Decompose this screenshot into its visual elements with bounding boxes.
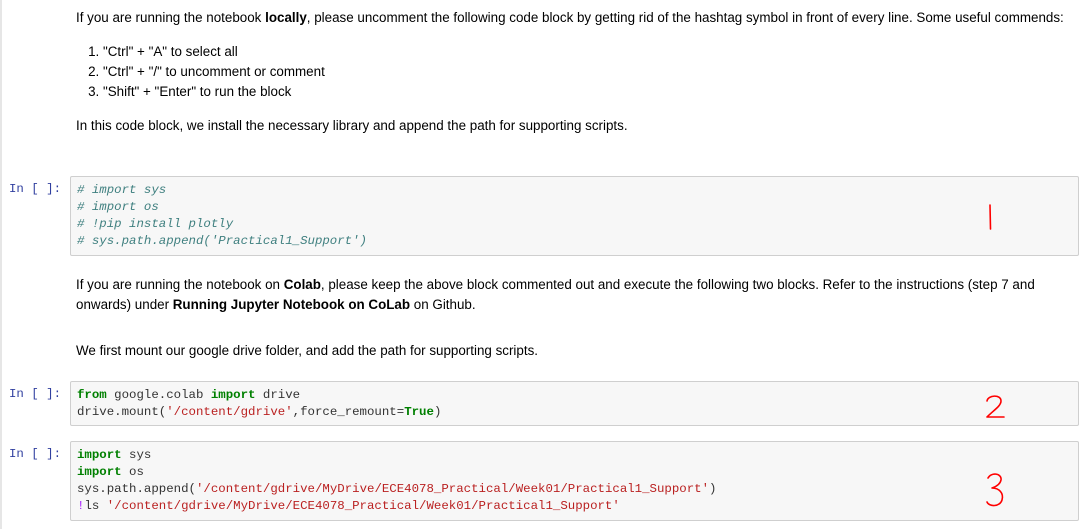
code-cell-3[interactable]: import sys import os sys.path.append('/c…	[70, 441, 1079, 521]
annotation-number-2	[986, 395, 1005, 418]
code-editor[interactable]: from google.colab import drive drive.mou…	[77, 387, 441, 421]
cell-prompt: In [ ]:	[9, 387, 62, 401]
list-item: "Shift" + "Enter" to run the block	[103, 82, 1076, 102]
markdown-cell-local-instructions: If you are running the notebook locally,…	[76, 8, 1076, 136]
cell-prompt: In [ ]:	[9, 447, 62, 461]
code-editor[interactable]: import sys import os sys.path.append('/c…	[77, 447, 716, 515]
code-editor[interactable]: # import sys # import os # !pip install …	[77, 182, 367, 250]
colab-instructions-paragraph: If you are running the notebook on Colab…	[76, 277, 1035, 312]
list-item: "Ctrl" + "A" to select all	[103, 42, 1076, 62]
list-item: "Ctrl" + "/" to uncomment or comment	[103, 62, 1076, 82]
code-cell-1[interactable]: # import sys # import os # !pip install …	[70, 176, 1079, 256]
install-description: In this code block, we install the neces…	[76, 118, 628, 133]
shortcut-list: "Ctrl" + "A" to select all "Ctrl" + "/" …	[76, 42, 1076, 102]
code-cell-2[interactable]: from google.colab import drive drive.mou…	[70, 381, 1079, 426]
annotation-number-1	[989, 204, 992, 230]
notebook-left-border	[0, 0, 2, 529]
local-instructions-paragraph: If you are running the notebook locally,…	[76, 10, 1064, 25]
cell-prompt: In [ ]:	[9, 182, 62, 196]
annotation-number-3	[986, 473, 1004, 507]
mount-description: We first mount our google drive folder, …	[76, 343, 538, 358]
markdown-cell-colab-instructions: If you are running the notebook on Colab…	[76, 275, 1076, 361]
